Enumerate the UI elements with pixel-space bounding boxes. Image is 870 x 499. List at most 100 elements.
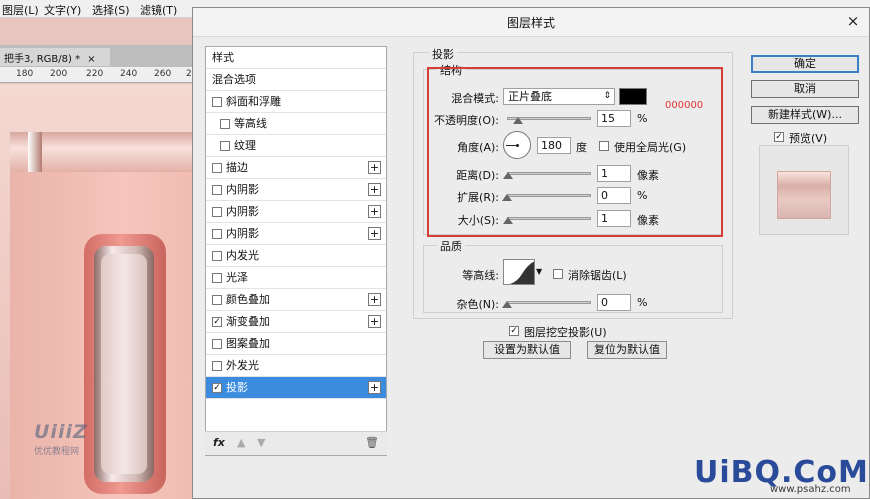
- angle-label: 角度(A):: [457, 141, 499, 154]
- style-item-bevel[interactable]: 斜面和浮雕: [206, 91, 386, 113]
- checkbox[interactable]: [212, 207, 222, 217]
- distance-input[interactable]: 1: [597, 165, 631, 182]
- menu-layer[interactable]: 图层(L): [2, 2, 39, 18]
- checkbox[interactable]: [220, 141, 230, 151]
- style-item-blending[interactable]: 混合选项: [206, 69, 386, 91]
- style-item-inner-glow[interactable]: 内发光: [206, 245, 386, 267]
- close-icon[interactable]: ×: [845, 14, 861, 30]
- size-slider[interactable]: [507, 217, 591, 220]
- add-icon[interactable]: +: [368, 227, 381, 240]
- site-watermark-sub: www.psahz.com: [770, 484, 851, 495]
- distance-slider[interactable]: [507, 172, 591, 175]
- checkbox[interactable]: [212, 97, 222, 107]
- trash-icon[interactable]: 🗑: [365, 436, 379, 449]
- add-icon[interactable]: +: [368, 161, 381, 174]
- blend-mode-value: 正片叠底: [508, 90, 552, 103]
- checkbox[interactable]: [212, 273, 222, 283]
- checkbox-checked[interactable]: ✓: [212, 317, 222, 327]
- menu-type[interactable]: 文字(Y): [44, 2, 81, 18]
- style-item-inner-shadow[interactable]: 内阴影 +: [206, 223, 386, 245]
- add-icon[interactable]: +: [368, 315, 381, 328]
- handle-core: [101, 254, 147, 474]
- reset-default-button[interactable]: 复位为默认值: [587, 341, 667, 359]
- distance-slider-thumb[interactable]: [503, 172, 513, 179]
- knockout-checkbox[interactable]: ✓: [509, 326, 519, 336]
- style-item-gradient-overlay[interactable]: ✓ 渐变叠加 +: [206, 311, 386, 333]
- new-style-button[interactable]: 新建样式(W)...: [751, 106, 859, 124]
- style-item-satin[interactable]: 光泽: [206, 267, 386, 289]
- chevron-down-icon[interactable]: ▼: [536, 267, 542, 276]
- style-item-label: 渐变叠加: [226, 315, 270, 328]
- checkbox[interactable]: [212, 361, 222, 371]
- document-tab-label: 把手3, RGB/8) *: [4, 54, 81, 65]
- contour-label: 等高线:: [462, 269, 499, 282]
- style-item-texture[interactable]: 纹理: [206, 135, 386, 157]
- style-item-label: 颜色叠加: [226, 293, 270, 306]
- fx-icon[interactable]: fx: [213, 436, 225, 449]
- angle-input[interactable]: 180: [537, 137, 571, 154]
- move-down-icon[interactable]: ▼: [257, 436, 265, 449]
- contour-picker[interactable]: [503, 259, 535, 285]
- style-item-pattern-overlay[interactable]: 图案叠加: [206, 333, 386, 355]
- spread-label: 扩展(R):: [457, 191, 499, 204]
- style-list: 样式 混合选项 斜面和浮雕 等高线 纹理 描边 + 内阴影 + 内阴影 + 内阴影 + …: [205, 46, 387, 456]
- style-preview: [759, 145, 849, 235]
- make-default-button[interactable]: 设置为默认值: [483, 341, 571, 359]
- style-item-outer-glow[interactable]: 外发光: [206, 355, 386, 377]
- checkbox[interactable]: [212, 339, 222, 349]
- cancel-button[interactable]: 取消: [751, 80, 859, 98]
- blend-mode-select[interactable]: 正片叠底 ⇕: [503, 88, 615, 105]
- add-icon[interactable]: +: [368, 381, 381, 394]
- size-slider-thumb[interactable]: [503, 217, 513, 224]
- ruler-tick: 240: [120, 69, 138, 79]
- spread-input[interactable]: 0: [597, 187, 631, 204]
- style-item-label: 图案叠加: [226, 337, 270, 350]
- style-item-drop-shadow[interactable]: ✓ 投影 +: [206, 377, 386, 399]
- checkbox[interactable]: [212, 163, 222, 173]
- checkbox[interactable]: [212, 251, 222, 261]
- ruler-tick: 200: [50, 69, 68, 79]
- antialias-checkbox[interactable]: [553, 269, 563, 279]
- style-item-styles[interactable]: 样式: [206, 47, 386, 69]
- add-icon[interactable]: +: [368, 293, 381, 306]
- ok-button[interactable]: 确定: [751, 55, 859, 73]
- canvas-bar-highlight: [28, 132, 42, 172]
- global-light-checkbox[interactable]: [599, 141, 609, 151]
- style-item-inner-shadow[interactable]: 内阴影 +: [206, 201, 386, 223]
- spread-slider-thumb[interactable]: [502, 194, 512, 201]
- size-unit: 像素: [637, 214, 659, 227]
- noise-slider-thumb[interactable]: [502, 301, 512, 308]
- logo-watermark-sub: 优优教程网: [34, 447, 80, 457]
- style-item-stroke[interactable]: 描边 +: [206, 157, 386, 179]
- close-icon[interactable]: ×: [87, 54, 95, 65]
- checkbox[interactable]: [212, 185, 222, 195]
- document-tab[interactable]: 把手3, RGB/8) * ×: [0, 48, 110, 66]
- ps-tabbar: 把手3, RGB/8) * ×: [0, 45, 200, 67]
- style-item-inner-shadow[interactable]: 内阴影 +: [206, 179, 386, 201]
- preview-checkbox[interactable]: ✓: [774, 132, 784, 142]
- quality-title: 品质: [437, 238, 465, 254]
- blend-mode-label: 混合模式:: [451, 92, 499, 105]
- add-icon[interactable]: +: [368, 183, 381, 196]
- style-item-label: 内阴影: [226, 227, 259, 240]
- shadow-color-swatch[interactable]: [619, 88, 647, 105]
- style-item-color-overlay[interactable]: 颜色叠加 +: [206, 289, 386, 311]
- noise-input[interactable]: 0: [597, 294, 631, 311]
- add-icon[interactable]: +: [368, 205, 381, 218]
- opacity-input[interactable]: 15: [597, 110, 631, 127]
- menu-filter[interactable]: 滤镜(T): [140, 2, 177, 18]
- noise-slider[interactable]: [507, 301, 591, 304]
- checkbox[interactable]: [212, 229, 222, 239]
- style-item-contour[interactable]: 等高线: [206, 113, 386, 135]
- checkbox-checked[interactable]: ✓: [212, 383, 222, 393]
- menu-select[interactable]: 选择(S): [92, 2, 130, 18]
- checkbox[interactable]: [220, 119, 230, 129]
- checkbox[interactable]: [212, 295, 222, 305]
- move-up-icon[interactable]: ▲: [237, 436, 245, 449]
- size-input[interactable]: 1: [597, 210, 631, 227]
- spread-slider[interactable]: [507, 194, 591, 197]
- opacity-slider-thumb[interactable]: [513, 117, 523, 124]
- angle-dial[interactable]: [503, 131, 531, 159]
- canvas[interactable]: UiiiZ 优优教程网: [0, 84, 200, 499]
- dialog-titlebar[interactable]: 图层样式 ×: [193, 8, 869, 36]
